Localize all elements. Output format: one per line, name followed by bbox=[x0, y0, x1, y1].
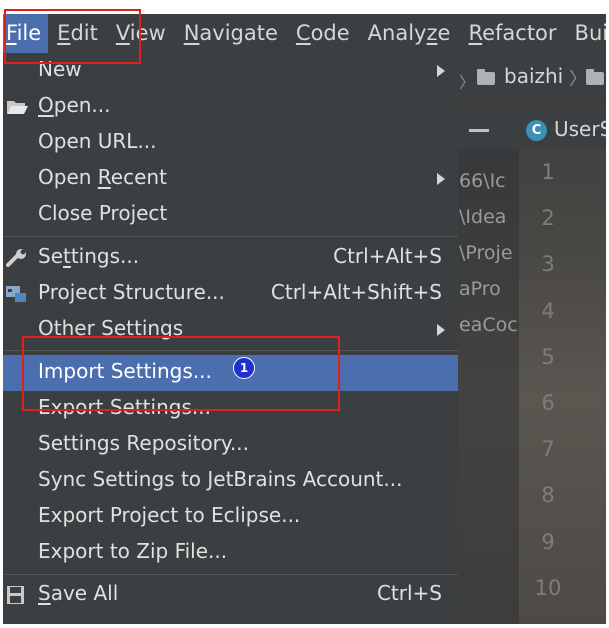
menu-navigate[interactable]: Navigate bbox=[175, 14, 287, 53]
class-icon: C bbox=[526, 120, 547, 141]
wrench-icon bbox=[6, 249, 26, 267]
minimize-icon[interactable] bbox=[469, 129, 489, 132]
submenu-arrow-icon bbox=[437, 324, 445, 336]
menu-item-save-all[interactable]: Save All Ctrl+S bbox=[3, 577, 458, 613]
folder-icon bbox=[477, 69, 495, 85]
submenu-arrow-icon bbox=[437, 173, 445, 185]
annotation-highlight-file bbox=[4, 9, 141, 64]
menu-item-open[interactable]: Open... bbox=[3, 89, 458, 125]
path-text: \Idea bbox=[459, 206, 507, 228]
line-number: 2 bbox=[541, 206, 555, 231]
menu-item-label: Open Recent bbox=[38, 165, 167, 189]
path-text: \Proje bbox=[459, 242, 513, 264]
menu-code-mnemonic: C bbox=[295, 21, 311, 45]
menu-build-label: Bui bbox=[574, 21, 606, 45]
line-number: 10 bbox=[534, 575, 562, 600]
menu-build[interactable]: Bui bbox=[566, 14, 606, 53]
menu-item-open-url[interactable]: Open URL... bbox=[3, 125, 458, 161]
menu-item-label: Settings Repository... bbox=[38, 431, 249, 455]
path-text: eaCoc bbox=[459, 314, 518, 336]
line-number: 4 bbox=[541, 298, 555, 323]
menu-analyze[interactable]: Analyze bbox=[359, 14, 460, 53]
folder-icon bbox=[586, 69, 604, 85]
line-number: 1 bbox=[541, 160, 555, 184]
menu-refactor-label: efactor bbox=[482, 21, 557, 45]
menu-item-export-zip[interactable]: Export to Zip File... bbox=[3, 535, 458, 571]
line-number: 5 bbox=[541, 344, 555, 369]
nav-project-name[interactable]: baizhi bbox=[504, 64, 563, 88]
menu-code[interactable]: Code bbox=[287, 14, 359, 53]
line-number-gutter: 1 2 3 4 5 6 7 8 9 10 bbox=[528, 160, 568, 622]
menu-item-settings-repository[interactable]: Settings Repository... bbox=[3, 427, 458, 463]
menu-item-label: Close Project bbox=[38, 201, 168, 225]
path-text: aPro bbox=[459, 278, 501, 300]
folder-open-icon bbox=[7, 101, 28, 114]
navigation-bar: 〉 baizhi 〉 bbox=[455, 53, 606, 99]
menu-code-label: ode bbox=[310, 21, 350, 45]
path-column: 66\Ic \Idea \Proje aPro eaCoc bbox=[455, 149, 519, 624]
annotation-highlight-import bbox=[22, 336, 340, 411]
path-text: 66\Ic bbox=[459, 170, 506, 192]
menu-navigate-label: avigate bbox=[199, 21, 278, 45]
shortcut-label: Ctrl+Alt+S bbox=[333, 244, 442, 268]
menu-item-label: Project Structure... bbox=[38, 280, 225, 304]
line-number: 9 bbox=[541, 529, 555, 554]
shortcut-label: Ctrl+Alt+Shift+S bbox=[270, 280, 442, 304]
save-icon bbox=[7, 586, 24, 604]
menu-item-label: Export to Zip File... bbox=[38, 539, 228, 563]
menu-item-label: Settings... bbox=[38, 244, 140, 268]
menu-item-label: Export Project to Eclipse... bbox=[38, 503, 301, 527]
menu-item-export-eclipse[interactable]: Export Project to Eclipse... bbox=[3, 499, 458, 535]
menu-item-close-project[interactable]: Close Project bbox=[3, 197, 458, 233]
menu-item-settings[interactable]: Settings... Ctrl+Alt+S bbox=[3, 240, 458, 276]
menu-item-label: Sync Settings to JetBrains Account... bbox=[38, 467, 403, 491]
menu-navigate-mnemonic: N bbox=[183, 21, 200, 45]
project-structure-icon bbox=[6, 286, 26, 302]
menu-analyze-mnemonic: z bbox=[426, 21, 438, 45]
menu-item-sync-settings[interactable]: Sync Settings to JetBrains Account... bbox=[3, 463, 458, 499]
line-number: 6 bbox=[541, 390, 555, 415]
menu-analyze-label-head: Analy bbox=[367, 21, 427, 45]
menu-refactor-mnemonic: R bbox=[468, 21, 483, 45]
menu-separator bbox=[3, 236, 458, 237]
menu-item-label: Open... bbox=[38, 93, 111, 117]
editor-tab-bar: C UserS bbox=[455, 111, 606, 149]
menu-refactor[interactable]: Refactor bbox=[459, 14, 565, 53]
shortcut-label: Ctrl+S bbox=[376, 581, 442, 605]
line-number: 8 bbox=[541, 483, 555, 508]
submenu-arrow-icon bbox=[437, 65, 445, 77]
menu-analyze-label: e bbox=[437, 21, 451, 45]
ide-window: 〉 baizhi 〉 C UserS 66\Ic \Idea \Proje aP… bbox=[3, 14, 606, 624]
menu-item-label: Open URL... bbox=[38, 129, 157, 153]
line-number: 7 bbox=[541, 437, 555, 462]
line-number: 3 bbox=[541, 252, 555, 277]
menu-item-open-recent[interactable]: Open Recent bbox=[3, 161, 458, 197]
nav-chevron: 〉 bbox=[569, 69, 587, 90]
menu-item-label: Save All bbox=[38, 581, 119, 605]
menu-item-project-structure[interactable]: Project Structure... Ctrl+Alt+Shift+S bbox=[3, 276, 458, 312]
annotation-badge: 1 bbox=[233, 357, 255, 379]
menu-separator bbox=[3, 574, 458, 575]
editor-tab-userservice[interactable]: UserS bbox=[554, 117, 606, 141]
nav-separator: 〉 bbox=[459, 73, 476, 92]
